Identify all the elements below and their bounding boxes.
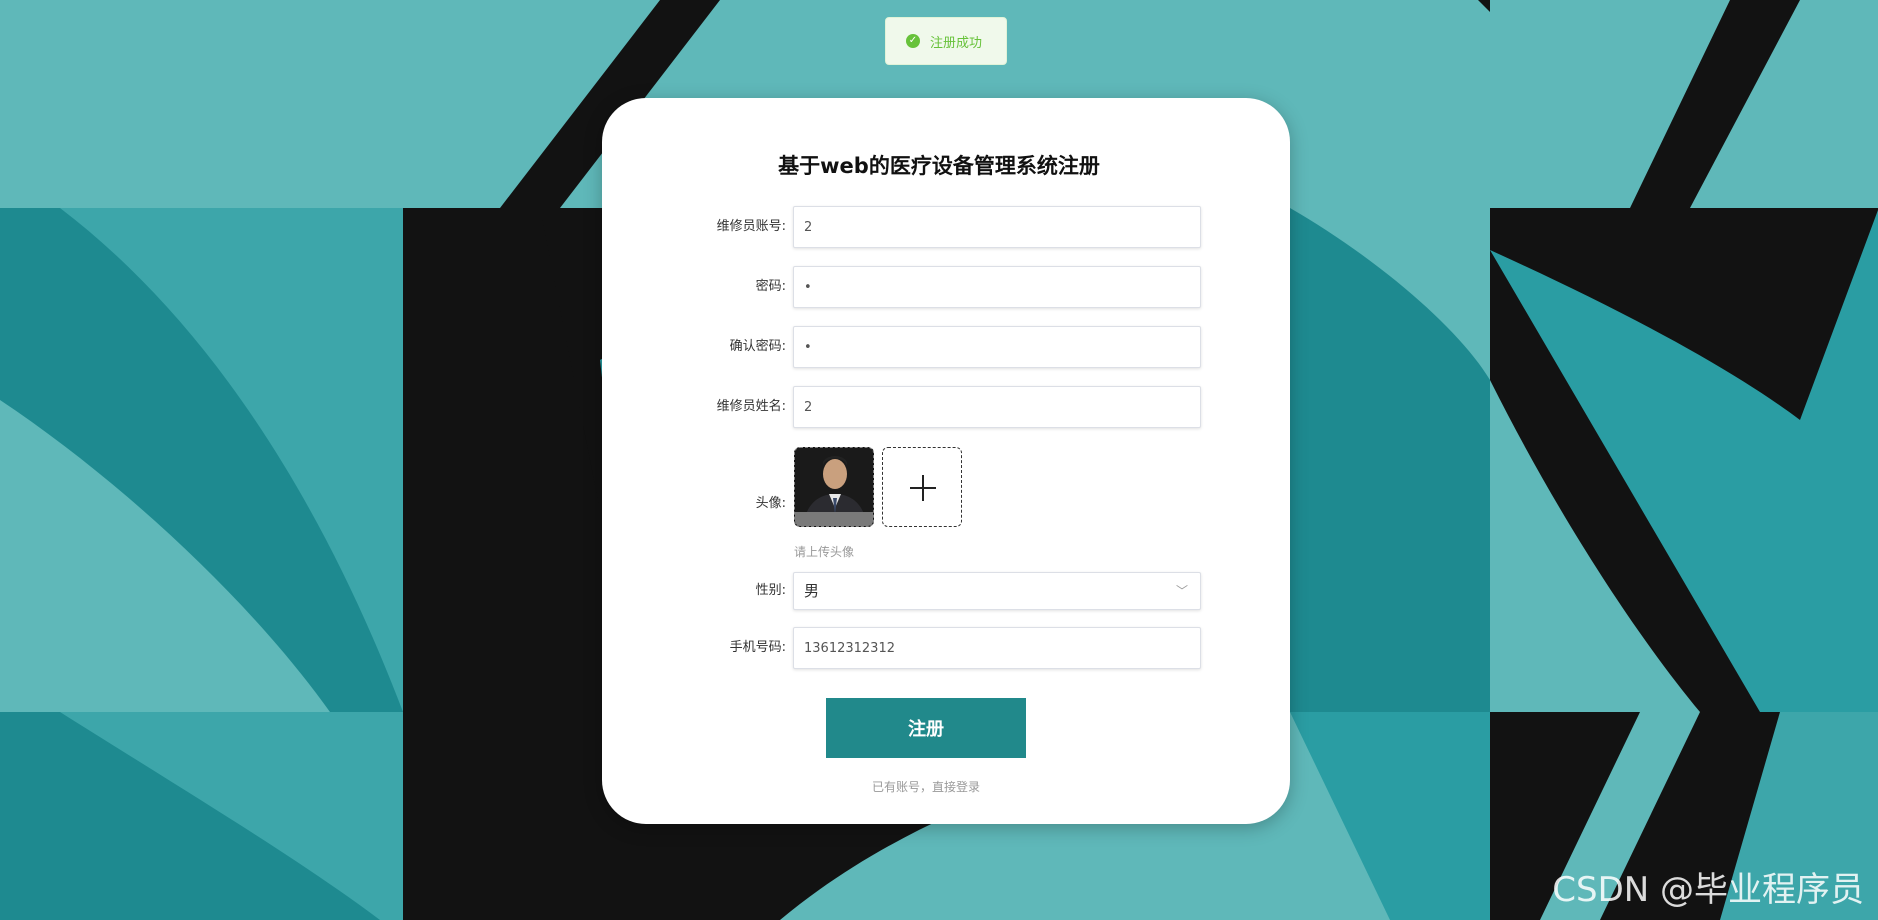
success-toast: ✓ 注册成功 — [885, 17, 1007, 65]
confirm-password-label: 确认密码: — [729, 339, 786, 354]
check-circle-icon: ✓ — [906, 34, 920, 48]
avatar-preview[interactable] — [794, 447, 874, 527]
phone-input[interactable] — [793, 627, 1201, 669]
avatar-label: 头像: — [755, 496, 786, 511]
page-background: ✓ 注册成功 基于web的医疗设备管理系统注册 维修员账号: 密码: 确认密码:… — [0, 0, 1878, 920]
toast-message: 注册成功 — [930, 35, 983, 51]
avatar-upload-button[interactable] — [882, 447, 962, 527]
password-input[interactable] — [793, 266, 1201, 308]
gender-value: 男 — [804, 582, 820, 600]
page-title: 基于web的医疗设备管理系统注册 — [778, 154, 1100, 178]
gender-label: 性别: — [755, 583, 786, 598]
watermark: CSDN @毕业程序员 — [1552, 870, 1864, 910]
name-input[interactable] — [793, 386, 1201, 428]
phone-row: 手机号码: — [0, 627, 1878, 669]
name-label: 维修员姓名: — [716, 399, 786, 414]
register-button[interactable]: 注册 — [826, 698, 1026, 758]
account-input[interactable] — [793, 206, 1201, 248]
password-row: 密码: — [0, 266, 1878, 308]
gender-row: 性别: 男 ﹀ — [0, 572, 1878, 610]
login-link[interactable]: 已有账号，直接登录 — [0, 778, 1852, 795]
account-label: 维修员账号: — [716, 219, 786, 234]
chevron-down-icon: ﹀ — [1175, 584, 1188, 598]
phone-label: 手机号码: — [729, 640, 786, 655]
name-row: 维修员姓名: — [0, 386, 1878, 428]
password-label: 密码: — [755, 279, 786, 294]
avatar-image — [795, 448, 873, 526]
confirm-password-input[interactable] — [793, 326, 1201, 368]
account-row: 维修员账号: — [0, 206, 1878, 248]
avatar-hint: 请上传头像 — [794, 545, 855, 559]
gender-select[interactable]: 男 ﹀ — [793, 572, 1201, 610]
confirm-password-row: 确认密码: — [0, 326, 1878, 368]
